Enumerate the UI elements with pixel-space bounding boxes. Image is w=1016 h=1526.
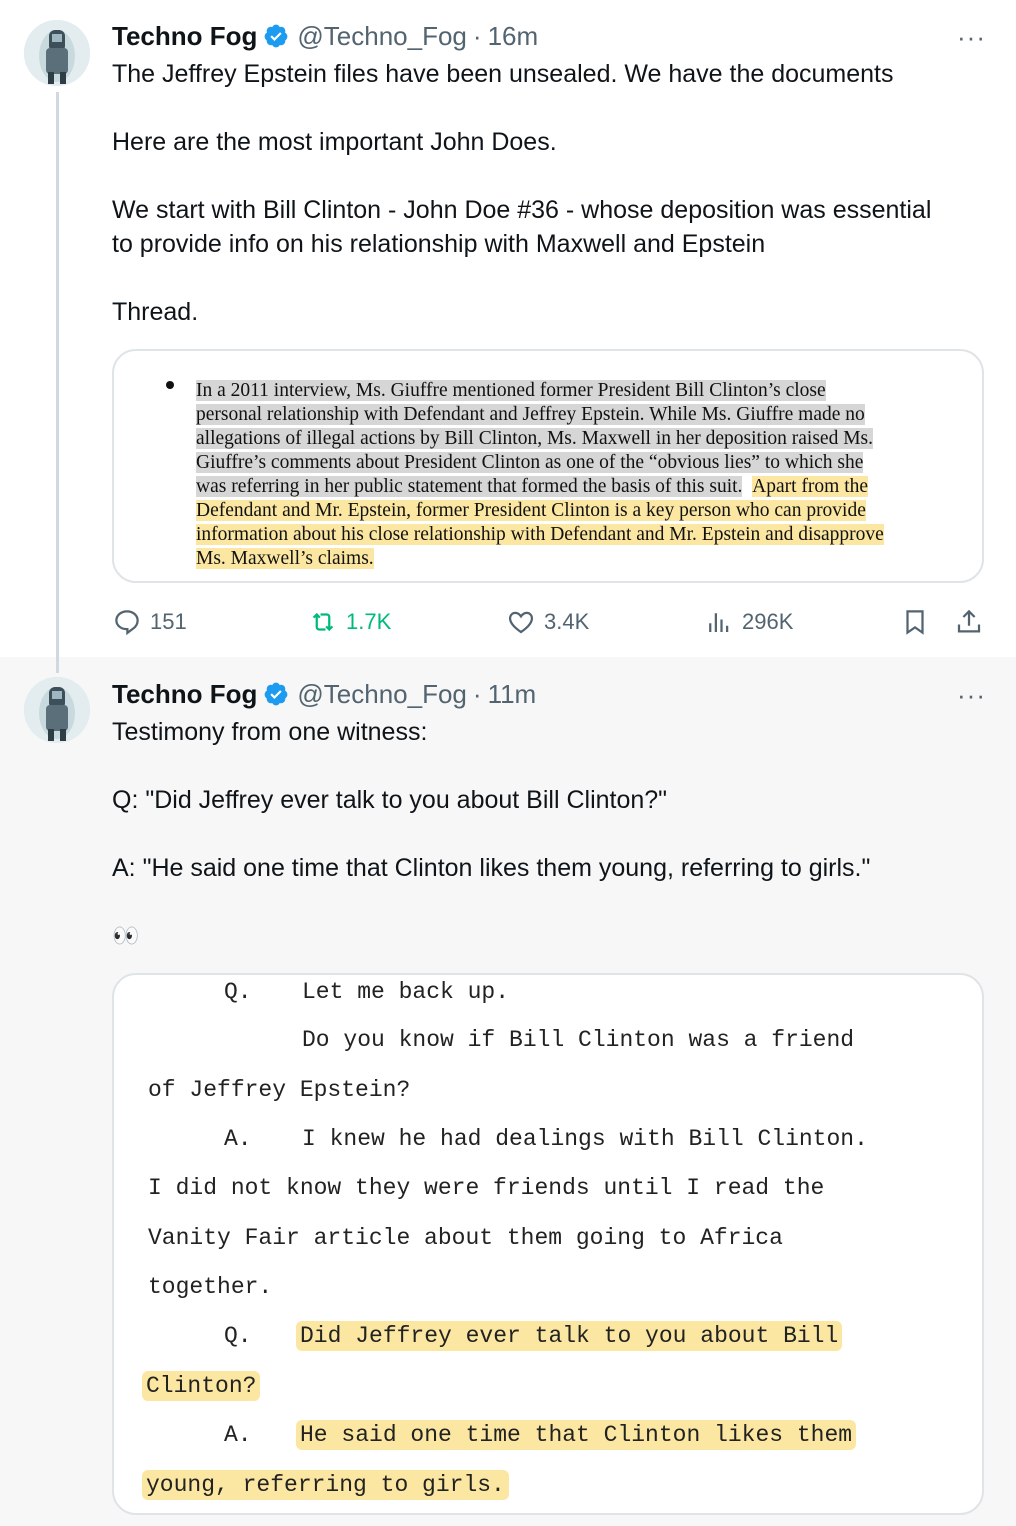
tweet-2[interactable]: Techno Fog @Techno_Fog · 11m ··· Testimo… (0, 657, 1016, 1526)
transcript-label: Q. (224, 979, 252, 1005)
tweet-text-line: A: "He said one time that Clinton likes … (112, 854, 871, 882)
transcript-label: A. (224, 1422, 252, 1448)
doc-line: In a 2011 interview, Ms. Giuffre mention… (196, 380, 826, 401)
transcript-line: Let me back up. (302, 979, 510, 1005)
like-button[interactable]: 3.4K (506, 607, 589, 637)
display-name[interactable]: Techno Fog (112, 679, 257, 710)
attached-transcript-image[interactable]: Q. Let me back up. Do you know if Bill C… (112, 973, 984, 1515)
like-count: 3.4K (544, 609, 590, 634)
bookmark-icon (906, 610, 924, 635)
bookmark-button[interactable] (900, 607, 930, 637)
eyes-emoji: 👀 (112, 923, 140, 948)
transcript-line: I did not know they were friends until I… (148, 1175, 825, 1201)
bullet-point (166, 381, 174, 389)
tweet-text-line: We start with Bill Clinton - John Doe #3… (112, 196, 932, 224)
doc-line: personal relationship with Defendant and… (196, 404, 865, 425)
tweet-header: Techno Fog @Techno_Fog · 16m (112, 18, 538, 54)
transcript-line: of Jeffrey Epstein? (148, 1077, 411, 1103)
doc-line: was referring in her public statement th… (196, 476, 743, 497)
retweet-icon (312, 612, 334, 632)
views-chart-icon (709, 613, 729, 632)
transcript-line: Vanity Fair article about them going to … (148, 1225, 783, 1251)
transcript-line: I knew he had dealings with Bill Clinton… (302, 1126, 868, 1152)
doc-line-highlighted: Ms. Maxwell’s claims. (196, 548, 374, 569)
timestamp[interactable]: 11m (488, 679, 537, 710)
transcript-line: together. (148, 1274, 273, 1300)
transcript-line-highlighted: Did Jeffrey ever talk to you about Bill (296, 1321, 843, 1351)
view-count: 296K (742, 609, 794, 634)
transcript-line-highlighted: He said one time that Clinton likes them (296, 1420, 857, 1450)
tweet-text-line: Here are the most important John Does. (112, 128, 557, 156)
separator-dot: · (472, 678, 482, 709)
tweet-1[interactable]: Techno Fog @Techno_Fog · 16m ··· The Jef… (0, 0, 1016, 657)
tweet-header: Techno Fog @Techno_Fog · 11m (112, 676, 536, 712)
transcript-line-highlighted: young, referring to girls. (142, 1470, 509, 1500)
verified-badge-icon (263, 681, 289, 707)
separator-dot: · (472, 20, 482, 51)
heart-icon (508, 611, 534, 634)
transcript-line: Do you know if Bill Clinton was a friend (302, 1027, 855, 1053)
retweet-count: 1.7K (346, 609, 392, 634)
tweet-text: Testimony from one witness: Q: "Did Jeff… (112, 715, 992, 953)
verified-badge-icon (263, 23, 289, 49)
share-button[interactable] (954, 607, 984, 637)
thread-connector-line (56, 657, 59, 673)
tweet-text-line: Thread. (112, 298, 199, 326)
more-options-icon[interactable]: ··· (957, 680, 986, 711)
doc-line: allegations of illegal actions by Bill C… (196, 428, 873, 449)
avatar-image (24, 20, 90, 86)
reply-button[interactable]: 151 (112, 607, 187, 637)
timestamp[interactable]: 16m (488, 21, 539, 52)
tweet-text-line: to provide info on his relationship with… (112, 230, 766, 258)
views-button[interactable]: 296K (704, 607, 793, 637)
share-icon (957, 609, 981, 633)
avatar-image (24, 677, 90, 743)
doc-line-highlighted: information about his close relationship… (196, 524, 884, 545)
display-name[interactable]: Techno Fog (112, 21, 257, 52)
action-bar: 151 1.7K 3.4K 296K (112, 602, 984, 642)
tweet-text-line: The Jeffrey Epstein files have been unse… (112, 60, 894, 88)
retweet-button[interactable]: 1.7K (308, 607, 391, 637)
reply-icon (115, 610, 139, 636)
thread-connector-line (56, 92, 59, 657)
transcript-line-highlighted: Clinton? (142, 1371, 261, 1401)
attached-document-image[interactable]: In a 2011 interview, Ms. Giuffre mention… (112, 349, 984, 583)
doc-line: Giuffre’s comments about President Clint… (196, 452, 864, 473)
handle[interactable]: @Techno_Fog (297, 679, 467, 710)
tweet-text: The Jeffrey Epstein files have been unse… (112, 57, 992, 329)
more-options-icon[interactable]: ··· (957, 22, 986, 53)
handle[interactable]: @Techno_Fog (297, 21, 467, 52)
avatar[interactable] (24, 20, 90, 86)
tweet-text-line: Testimony from one witness: (112, 718, 428, 746)
tweet-text-line: Q: "Did Jeffrey ever talk to you about B… (112, 786, 668, 814)
doc-line-highlighted: Apart from the (752, 476, 869, 497)
transcript-label: A. (224, 1126, 252, 1152)
transcript-label: Q. (224, 1323, 252, 1349)
reply-count: 151 (150, 609, 187, 634)
document-text: In a 2011 interview, Ms. Giuffre mention… (196, 379, 982, 571)
avatar[interactable] (24, 677, 90, 743)
doc-line-highlighted: Defendant and Mr. Epstein, former Presid… (196, 500, 866, 521)
